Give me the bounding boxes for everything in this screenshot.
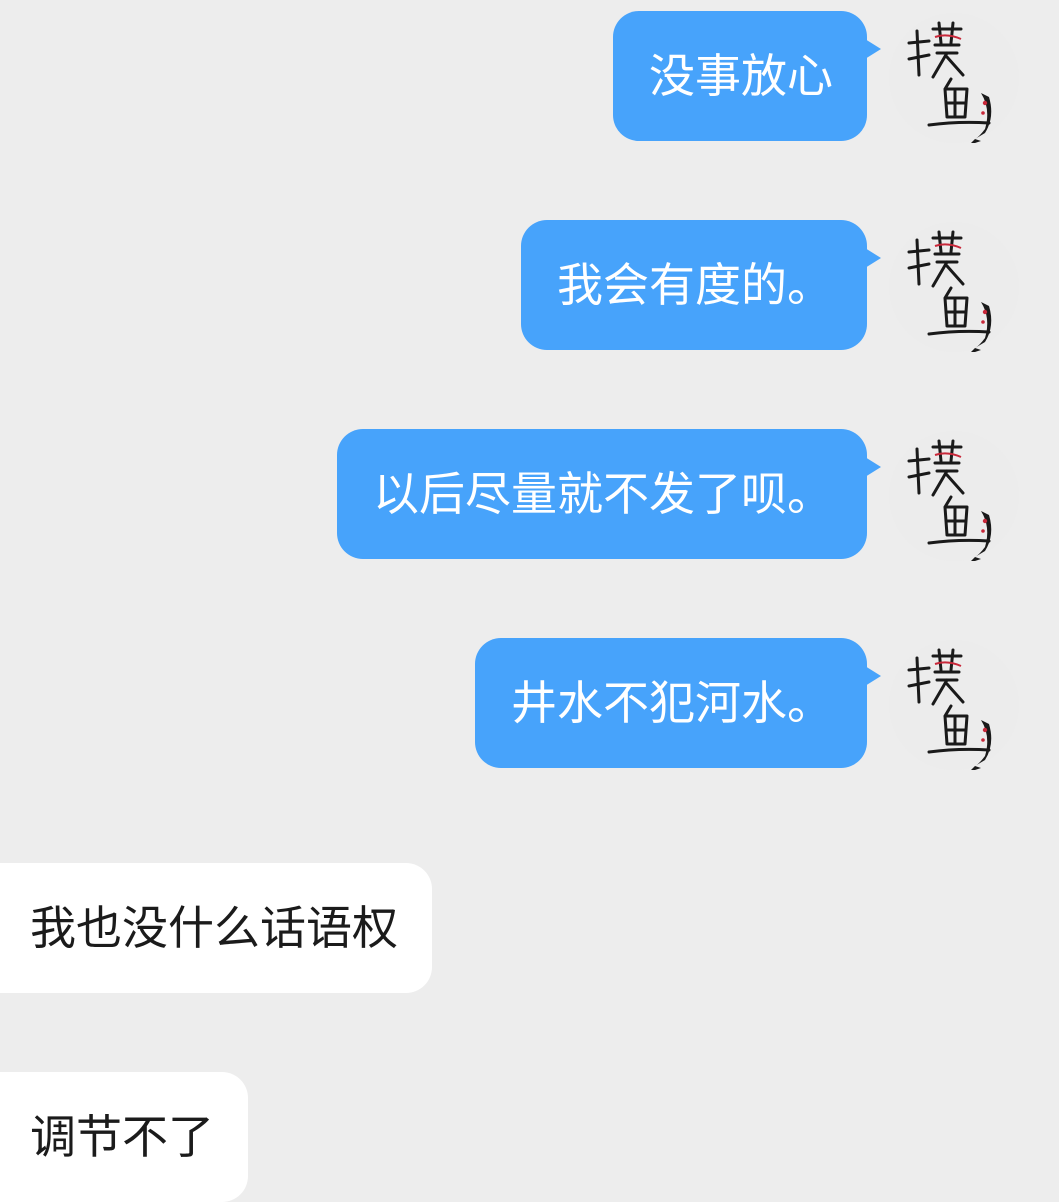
outgoing-message-bubble[interactable]: 我会有度的。 [521,220,881,350]
calligraphy-fish-avatar-icon [907,21,993,143]
avatar[interactable] [889,431,1019,561]
message-row: 井水不犯河水。 [0,638,1059,770]
calligraphy-fish-avatar-icon [907,230,993,352]
outgoing-message-bubble[interactable]: 以后尽量就不发了呗。 [337,429,881,559]
message-text: 井水不犯河水。 [511,676,833,730]
message-text: 调节不了 [30,1110,214,1164]
outgoing-message-bubble[interactable]: 没事放心 [613,11,881,141]
message-row: 调节不了 [0,1072,1059,1202]
avatar[interactable] [889,640,1019,770]
incoming-message-bubble[interactable]: 我也没什么话语权 [0,863,432,993]
message-text: 我也没什么话语权 [30,901,398,955]
message-row: 以后尽量就不发了呗。 [0,429,1059,561]
avatar[interactable] [889,222,1019,352]
message-text: 以后尽量就不发了呗。 [373,467,833,521]
message-row: 我会有度的。 [0,220,1059,352]
message-text: 没事放心 [649,49,833,103]
message-row: 我也没什么话语权 [0,863,1059,993]
avatar[interactable] [889,13,1019,143]
calligraphy-fish-avatar-icon [907,648,993,770]
calligraphy-fish-avatar-icon [907,439,993,561]
message-text: 我会有度的。 [557,258,833,312]
message-row: 没事放心 [0,11,1059,143]
outgoing-message-bubble[interactable]: 井水不犯河水。 [475,638,881,768]
incoming-message-bubble[interactable]: 调节不了 [0,1072,248,1202]
